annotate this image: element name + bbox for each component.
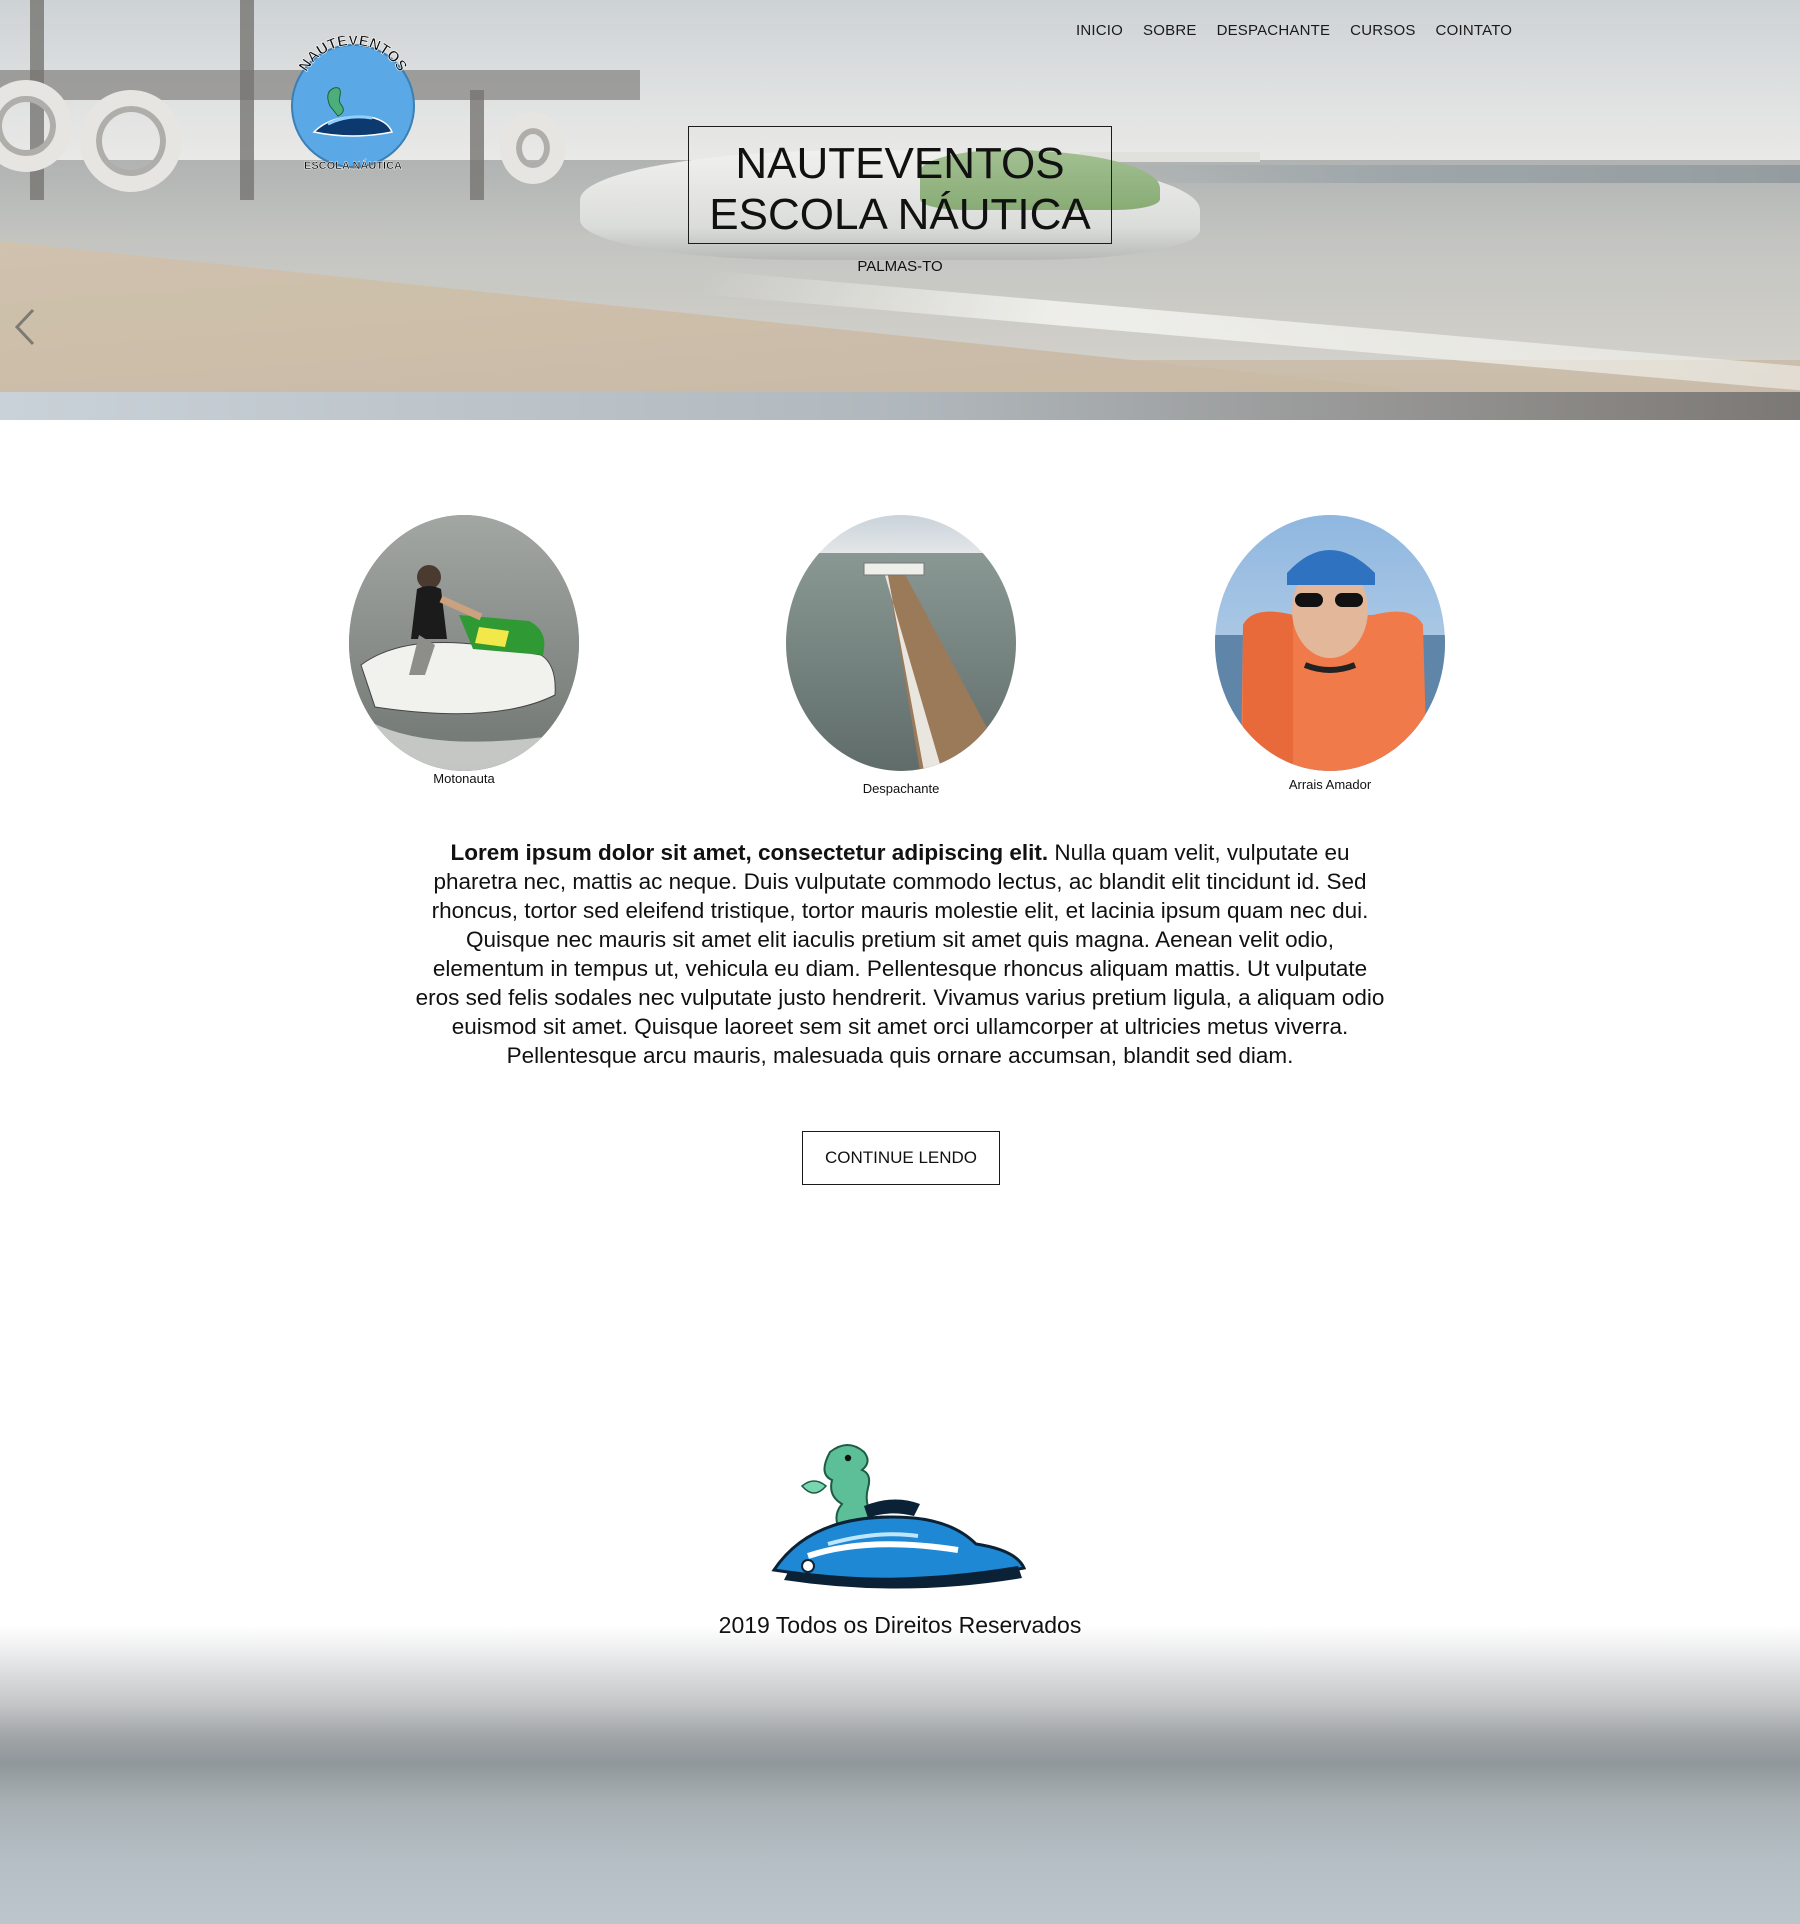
- pier-photo: [786, 515, 1016, 771]
- nav-item-contato[interactable]: COINTATO: [1426, 22, 1523, 39]
- footer-background: [0, 1626, 1800, 1924]
- nav-item-sobre[interactable]: SOBRE: [1133, 22, 1207, 39]
- nav-item-despachante[interactable]: DESPACHANTE: [1207, 22, 1341, 39]
- hero-subtitle: PALMAS-TO: [857, 258, 943, 275]
- logo-top-text: NAUTEVENTOS: [296, 36, 411, 75]
- footer-copyright: 2019 Todos os Direitos Reservados: [718, 1612, 1082, 1638]
- hero-banner: NAUTEVENTOS ESCOLA NÁUTICA INICIO SOBRE …: [0, 0, 1800, 392]
- hero-title-line2: ESCOLA NÁUTICA: [709, 190, 1091, 239]
- nav-item-cursos[interactable]: CURSOS: [1340, 22, 1425, 39]
- jetski-rider-photo: [349, 515, 579, 771]
- about-lead: Lorem ipsum dolor sit amet, consectetur …: [450, 840, 1049, 865]
- service-card-despachante[interactable]: Despachante: [786, 515, 1016, 796]
- hero-bottom-strip: [0, 392, 1800, 420]
- service-card-label: Motonauta: [433, 771, 495, 786]
- service-card-arrais-amador[interactable]: Arrais Amador: [1215, 515, 1445, 792]
- service-card-motonauta[interactable]: Motonauta: [349, 515, 579, 786]
- continue-reading-button[interactable]: CONTINUE LENDO: [802, 1131, 1000, 1185]
- about-paragraph: Lorem ipsum dolor sit amet, consectetur …: [412, 838, 1388, 1070]
- service-card-label: Despachante: [862, 781, 940, 796]
- instructor-photo: [1215, 515, 1445, 771]
- nav-item-inicio[interactable]: INICIO: [1066, 22, 1133, 39]
- seahorse-jetski-icon: [771, 1444, 1027, 1589]
- logo-emblem: NAUTEVENTOS ESCOLA NÁUTICA: [295, 36, 411, 172]
- chevron-left-icon[interactable]: [14, 308, 36, 346]
- hero-title-line1: NAUTEVENTOS: [735, 139, 1065, 188]
- main-nav: INICIO SOBRE DESPACHANTE CURSOS COINTATO: [1066, 22, 1522, 39]
- service-card-label: Arrais Amador: [1288, 777, 1372, 792]
- logo-bottom-text: ESCOLA NÁUTICA: [304, 159, 402, 172]
- about-body: Nulla quam velit, vulputate eu pharetra …: [415, 840, 1385, 1068]
- brand-logo[interactable]: NAUTEVENTOS ESCOLA NÁUTICA: [288, 36, 418, 176]
